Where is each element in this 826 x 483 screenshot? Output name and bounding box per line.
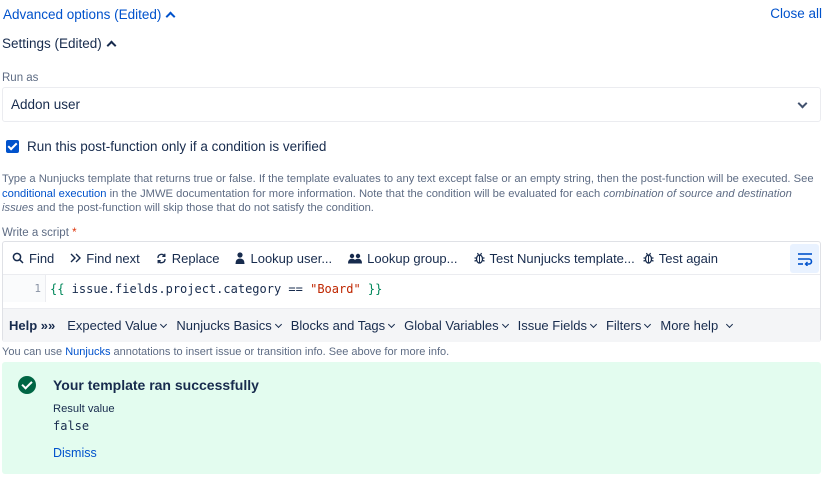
help-menu-label: Issue Fields xyxy=(517,318,587,333)
help-title: Help »» xyxy=(9,318,56,333)
test-template-button[interactable]: Test Nunjucks template... xyxy=(466,242,643,275)
lookup-group-label: Lookup group... xyxy=(367,250,458,266)
group-icon xyxy=(348,253,363,263)
find-label: Find xyxy=(29,250,55,266)
write-script-label: Write a script * xyxy=(2,227,77,239)
find-next-label: Find next xyxy=(86,250,140,266)
advanced-options-label: Advanced options (Edited) xyxy=(3,7,162,22)
replace-icon xyxy=(157,253,166,263)
help-menu-label: Blocks and Tags xyxy=(290,318,386,333)
run-as-label: Run as xyxy=(2,72,39,84)
help-menu-more-help[interactable]: More help xyxy=(655,318,737,333)
help-menu-filters[interactable]: Filters xyxy=(601,318,655,333)
description-text: in the JMWE documentation for more infor… xyxy=(106,187,604,200)
chevron-down-icon xyxy=(797,98,808,109)
help-menu-blocks-and-tags[interactable]: Blocks and Tags xyxy=(286,318,399,333)
chevron-up-icon xyxy=(165,11,176,22)
description-text: and the post-function will skip those th… xyxy=(33,202,374,214)
test-again-label: Test again xyxy=(658,250,719,266)
run-as-select[interactable]: Addon user xyxy=(2,87,821,122)
help-menu-label: Nunjucks Basics xyxy=(176,318,272,333)
help-menu-label: Global Variables xyxy=(404,318,499,333)
result-value-label: Result value xyxy=(53,403,115,415)
chevron-down-icon xyxy=(644,320,652,328)
chevron-down-icon xyxy=(501,320,509,328)
wrap-lines-button[interactable] xyxy=(790,244,819,273)
conditional-execution-link[interactable]: conditional execution xyxy=(2,188,107,200)
double-chevron-right-icon xyxy=(70,253,82,263)
hint-text: You can use xyxy=(2,346,66,358)
condition-description: Type a Nunjucks template that returns tr… xyxy=(2,172,822,216)
run-as-value: Addon user xyxy=(11,97,81,112)
replace-label: Replace xyxy=(171,250,220,266)
help-menu-nunjucks-basics[interactable]: Nunjucks Basics xyxy=(171,318,285,333)
dismiss-button[interactable]: Dismiss xyxy=(53,446,97,460)
description-text: Type a Nunjucks template that returns tr… xyxy=(2,173,814,185)
test-template-label: Test Nunjucks template... xyxy=(489,250,635,266)
success-title: Your template ran successfully xyxy=(53,377,259,393)
success-message: Your template ran successfully Result va… xyxy=(2,362,821,474)
chevron-down-icon xyxy=(726,320,734,328)
close-all-link[interactable]: Close all xyxy=(770,6,822,21)
settings-label: Settings (Edited) xyxy=(2,36,102,51)
condition-checkbox-label: Run this post-function only if a conditi… xyxy=(27,139,327,154)
chevron-up-icon xyxy=(106,40,117,51)
advanced-options-toggle[interactable]: Advanced options (Edited) xyxy=(3,7,176,22)
code-line[interactable]: {{ issue.fields.project.category == "Boa… xyxy=(46,282,382,296)
lookup-user-label: Lookup user... xyxy=(250,250,333,266)
check-circle-icon xyxy=(18,376,36,394)
nunjucks-hint: You can use Nunjucks annotations to inse… xyxy=(2,346,449,358)
code-token: "Board" xyxy=(310,281,361,296)
editor-toolbar: Find Find next Replace Lookup user... Lo… xyxy=(3,242,820,275)
code-token: issue.fields.project.category == xyxy=(64,281,311,296)
chevron-down-icon xyxy=(388,320,396,328)
lookup-user-button[interactable]: Lookup user... xyxy=(227,242,340,275)
lookup-group-button[interactable]: Lookup group... xyxy=(340,242,465,275)
chevron-down-icon xyxy=(160,320,168,328)
test-again-button[interactable]: Test again xyxy=(643,242,726,275)
script-editor: Find Find next Replace Lookup user... Lo… xyxy=(2,241,821,342)
code-area[interactable]: 1 {{ issue.fields.project.category == "B… xyxy=(3,275,820,302)
condition-checkbox[interactable] xyxy=(6,140,19,153)
search-icon xyxy=(12,252,24,264)
write-script-label-text: Write a script xyxy=(2,227,69,239)
nunjucks-link[interactable]: Nunjucks xyxy=(65,346,110,358)
user-icon xyxy=(235,252,245,264)
help-menu-issue-fields[interactable]: Issue Fields xyxy=(513,318,601,333)
bug-icon xyxy=(473,252,485,264)
chevron-down-icon xyxy=(274,320,282,328)
help-menu-global-variables[interactable]: Global Variables xyxy=(399,318,512,333)
help-menu-label: More help xyxy=(660,318,719,333)
chevron-down-icon xyxy=(589,320,598,328)
help-bar: Help »» Expected Value Nunjucks Basics B… xyxy=(3,308,820,342)
settings-toggle[interactable]: Settings (Edited) xyxy=(2,36,117,51)
hint-text: annotations to insert issue or transitio… xyxy=(110,346,450,358)
help-menu-label: Filters xyxy=(605,318,642,333)
result-value: false xyxy=(53,419,90,433)
find-button[interactable]: Find xyxy=(3,242,62,275)
condition-checkbox-row[interactable]: Run this post-function only if a conditi… xyxy=(6,139,326,154)
help-menu-label: Expected Value xyxy=(67,318,158,333)
help-menu-expected-value[interactable]: Expected Value xyxy=(62,318,171,333)
wrap-text-icon xyxy=(797,252,812,266)
required-mark: * xyxy=(72,227,77,239)
replace-button[interactable]: Replace xyxy=(148,242,228,275)
code-token: {{ xyxy=(50,281,65,296)
bug-icon xyxy=(643,252,654,264)
find-next-button[interactable]: Find next xyxy=(62,242,147,275)
code-token: }} xyxy=(360,281,383,296)
line-number: 1 xyxy=(3,275,46,302)
